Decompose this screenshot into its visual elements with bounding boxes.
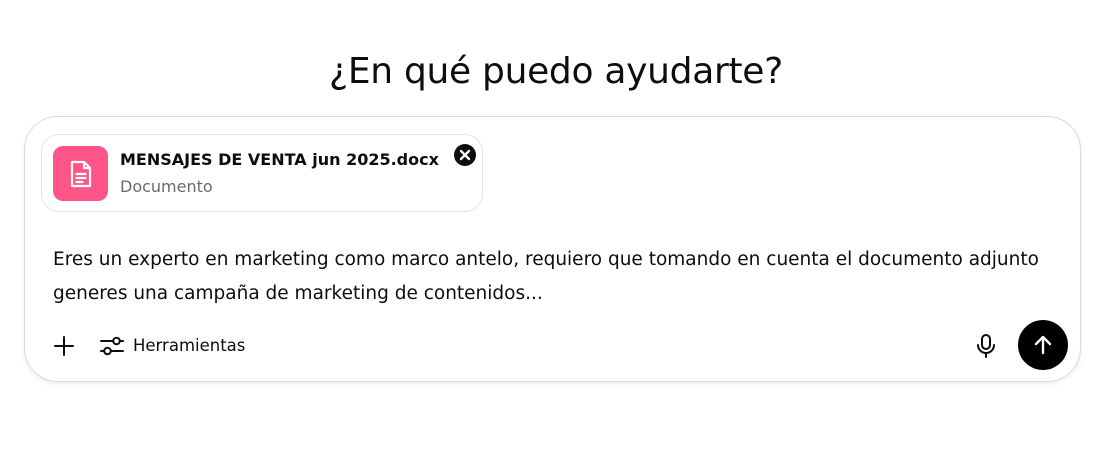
page-title: ¿En qué puedo ayudarte? — [329, 51, 783, 93]
plus-icon — [54, 336, 74, 356]
send-button[interactable] — [1018, 320, 1068, 370]
prompt-input[interactable]: Eres un experto en marketing como marco … — [53, 243, 1053, 311]
tools-button-label: Herramientas — [133, 336, 246, 355]
attachment-file-name: MENSAJES DE VENTA jun 2025.docx — [120, 150, 439, 169]
attachment-card[interactable]: MENSAJES DE VENTA jun 2025.docx Document… — [41, 134, 483, 212]
add-attachment-button[interactable] — [49, 331, 79, 361]
close-icon — [454, 144, 476, 166]
arrow-up-icon — [1034, 335, 1052, 355]
microphone-icon — [977, 334, 995, 358]
attachment-file-type: Documento — [120, 177, 213, 196]
tools-button[interactable]: Herramientas — [99, 329, 245, 363]
document-icon — [53, 146, 108, 201]
remove-attachment-button[interactable] — [452, 142, 478, 168]
prompt-composer: MENSAJES DE VENTA jun 2025.docx Document… — [24, 116, 1081, 382]
sliders-icon — [100, 336, 124, 356]
voice-input-button[interactable] — [970, 330, 1002, 362]
